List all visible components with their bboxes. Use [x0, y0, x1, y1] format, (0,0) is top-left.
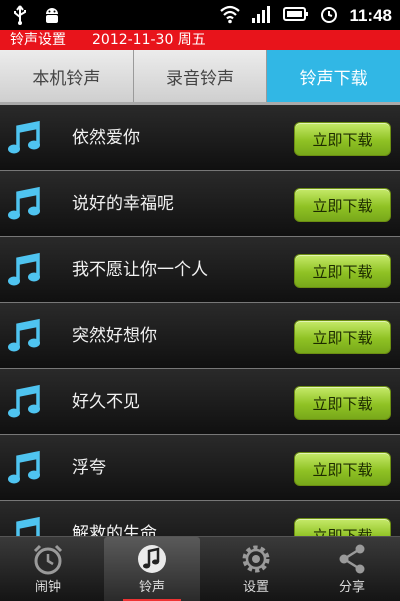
- nav-label: 分享: [338, 580, 365, 595]
- ringtone-title: 浮夸: [72, 458, 106, 478]
- nav-alarm[interactable]: 闹钟: [0, 537, 96, 601]
- ringtone-title: 好久不见: [72, 392, 140, 412]
- download-button[interactable]: 立即下载: [294, 254, 391, 288]
- download-button[interactable]: 立即下载: [294, 122, 391, 156]
- ringtone-title: 突然好想你: [72, 326, 157, 346]
- share-icon: [332, 542, 372, 576]
- music-note-icon: [8, 119, 44, 157]
- nav-label: 设置: [242, 580, 269, 595]
- list-item[interactable]: 解救的生命 立即下载: [0, 501, 400, 536]
- list-item[interactable]: 好久不见 立即下载: [0, 369, 400, 435]
- status-bar: 11:48: [0, 0, 400, 30]
- nav-share[interactable]: 分享: [304, 537, 400, 601]
- nav-settings[interactable]: 设置: [208, 537, 304, 601]
- app-header: 铃声设置 2012-11-30 周五: [0, 30, 400, 50]
- music-note-icon: [8, 185, 44, 223]
- nav-label: 闹钟: [34, 580, 61, 595]
- download-button[interactable]: 立即下载: [294, 452, 391, 486]
- alarm-clock-icon: [28, 542, 68, 576]
- download-button[interactable]: 立即下载: [294, 320, 391, 354]
- bottom-nav: 闹钟 铃声 设置 分享: [0, 536, 400, 601]
- music-note-icon: [8, 449, 44, 487]
- nav-label: 铃声: [138, 580, 165, 595]
- header-title: 铃声设置: [10, 32, 66, 48]
- clock: 11:48: [349, 6, 392, 25]
- download-button[interactable]: 立即下载: [294, 386, 391, 420]
- signal-icon: [251, 4, 273, 28]
- music-note-icon: [8, 317, 44, 355]
- ringtone-list[interactable]: 依然爱你 立即下载 说好的幸福呢 立即下载 我不愿让你一个人 立即下载 突然好想…: [0, 105, 400, 536]
- gear-icon: [236, 542, 276, 576]
- tab-bar: 本机铃声 录音铃声 铃声下载: [0, 50, 400, 102]
- wifi-icon: [219, 4, 241, 28]
- usb-icon: [12, 5, 28, 29]
- list-item[interactable]: 我不愿让你一个人 立即下载: [0, 237, 400, 303]
- tab-local-ringtones[interactable]: 本机铃声: [0, 50, 134, 102]
- ringtone-icon: [132, 542, 172, 576]
- download-button[interactable]: 立即下载: [294, 188, 391, 222]
- tab-ringtone-download[interactable]: 铃声下载: [267, 50, 400, 102]
- download-button[interactable]: 立即下载: [294, 518, 391, 536]
- ringtone-title: 我不愿让你一个人: [72, 260, 208, 280]
- list-item[interactable]: 浮夸 立即下载: [0, 435, 400, 501]
- ringtone-title: 依然爱你: [72, 128, 140, 148]
- ringtone-title: 解救的生命: [72, 524, 157, 536]
- list-item[interactable]: 说好的幸福呢 立即下载: [0, 171, 400, 237]
- music-note-icon: [8, 515, 44, 536]
- list-item[interactable]: 依然爱你 立即下载: [0, 105, 400, 171]
- ringtone-title: 说好的幸福呢: [72, 194, 174, 214]
- nav-ringtone[interactable]: 铃声: [104, 537, 200, 601]
- list-item[interactable]: 突然好想你 立即下载: [0, 303, 400, 369]
- music-note-icon: [8, 251, 44, 289]
- tab-recorded-ringtones[interactable]: 录音铃声: [133, 50, 268, 102]
- header-date: 2012-11-30 周五: [92, 32, 206, 48]
- alarm-icon: [319, 4, 339, 28]
- battery-icon: [283, 4, 309, 28]
- music-note-icon: [8, 383, 44, 421]
- android-debug-icon: [42, 5, 62, 29]
